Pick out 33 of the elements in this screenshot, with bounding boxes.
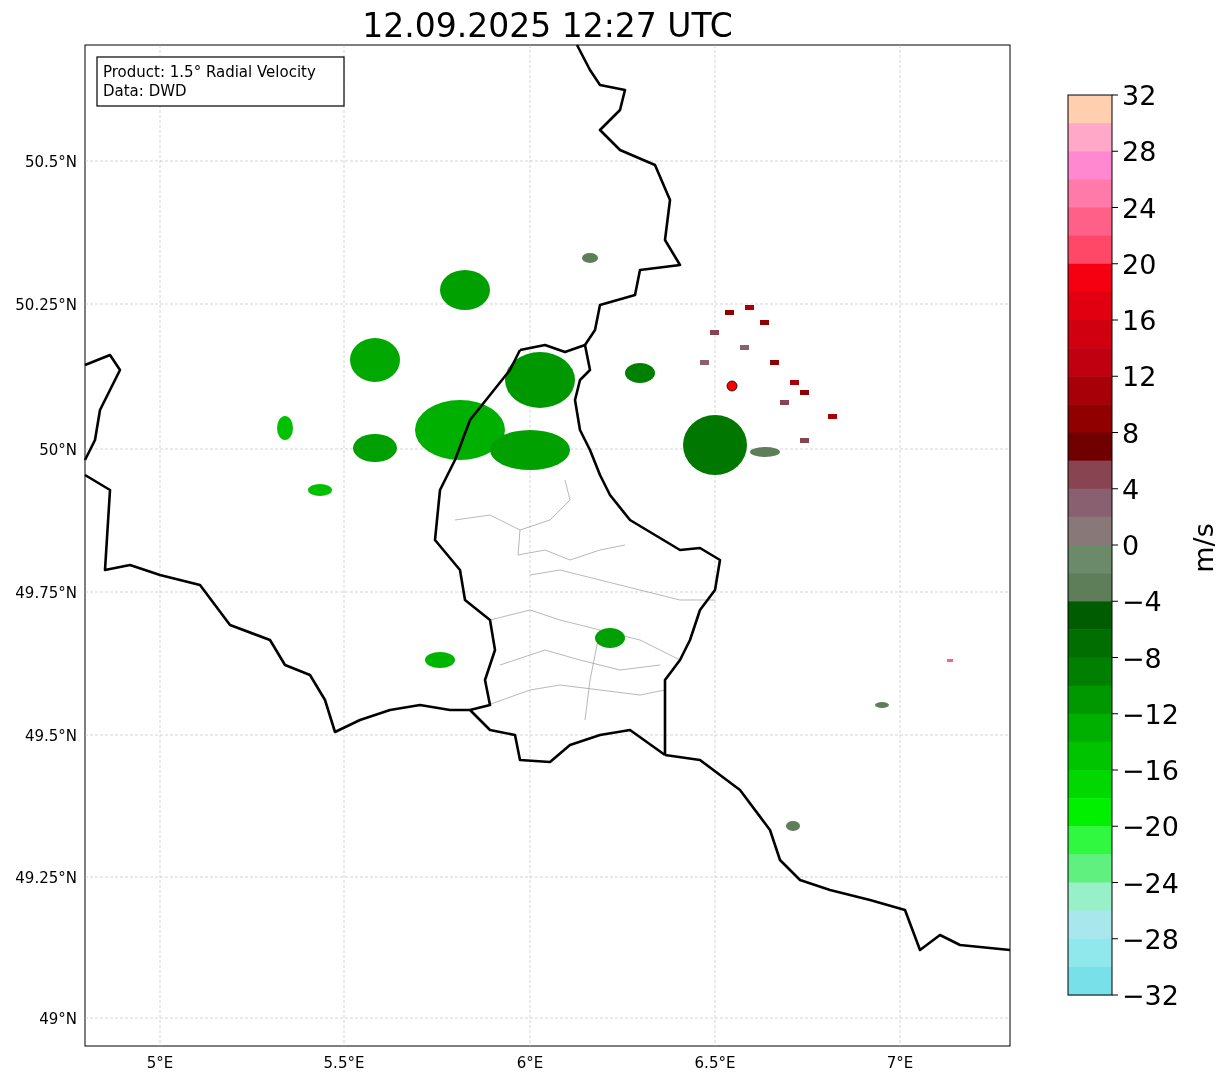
latitude-label: 49.75°N — [15, 584, 77, 602]
plot-title: 12.09.2025 12:27 UTC — [362, 6, 733, 45]
longitude-label: 7°E — [886, 1054, 914, 1072]
colorbar-tick-label: −8 — [1122, 642, 1162, 674]
info-text: Data: DWD — [103, 82, 187, 100]
colorbar-tick-label: −16 — [1122, 755, 1179, 786]
info-text: Product: 1.5° Radial Velocity — [103, 63, 316, 81]
colorbar-tick-label: 0 — [1122, 530, 1140, 561]
longitude-label: 6°E — [516, 1054, 544, 1072]
latitude-label: 50°N — [39, 441, 77, 459]
colorbar-tick-label: 20 — [1122, 248, 1157, 280]
colorbar-tick-label: 16 — [1122, 305, 1157, 336]
colorbar-tick-label: −12 — [1122, 698, 1179, 730]
colorbar-tick-label: −20 — [1122, 811, 1179, 843]
longitude-label: 5.5°E — [323, 1054, 365, 1072]
latitude-label: 49.5°N — [24, 727, 77, 745]
latitude-label: 49°N — [39, 1010, 77, 1028]
longitude-label: 5°E — [146, 1054, 174, 1072]
latitude-label: 50.25°N — [15, 296, 77, 314]
colorbar-unit-label: m/s — [1188, 523, 1219, 573]
colorbar-tick-label: −28 — [1122, 923, 1179, 955]
latitude-label: 50.5°N — [24, 153, 77, 171]
colorbar-tick-label: −32 — [1122, 980, 1179, 1011]
colorbar-tick-label: −4 — [1122, 586, 1162, 618]
colorbar-tick-label: −24 — [1122, 867, 1179, 899]
latitude-label: 49.25°N — [15, 869, 77, 887]
colorbar-tick-label: 4 — [1122, 473, 1140, 505]
colorbar-tick-label: 32 — [1122, 80, 1157, 111]
colorbar-tick-label: 28 — [1122, 136, 1157, 168]
colorbar-tick-label: 12 — [1122, 361, 1157, 393]
longitude-label: 6.5°E — [694, 1054, 736, 1072]
colorbar-tick-label: 8 — [1122, 417, 1140, 449]
colorbar-tick-label: 24 — [1122, 192, 1157, 224]
